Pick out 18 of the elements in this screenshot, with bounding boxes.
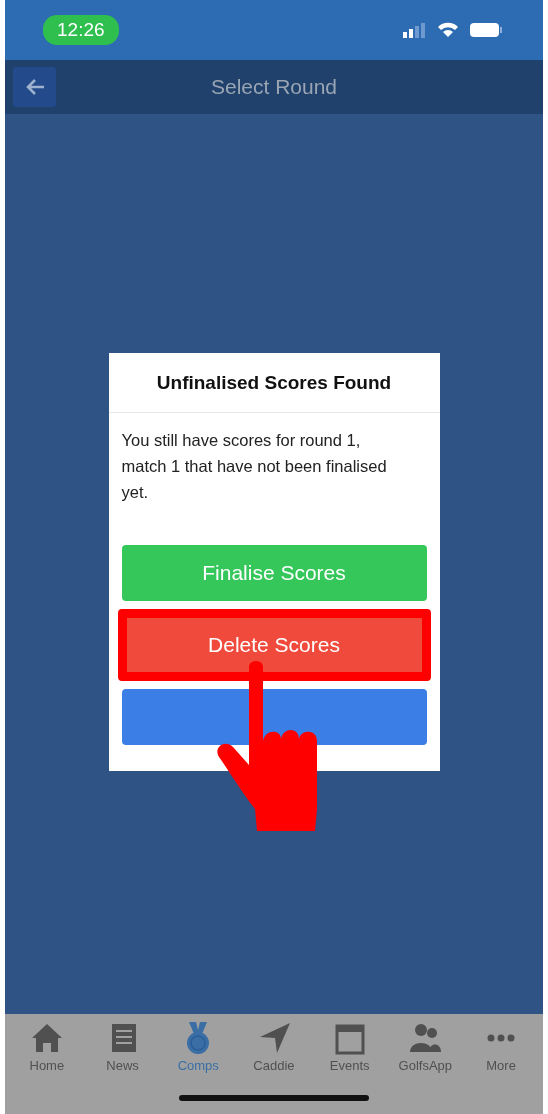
dialog-message: You still have scores for round 1, match 1 that have not been finalised yet. [120,430,388,503]
more-icon [486,1034,517,1042]
signal-icon [403,22,427,38]
tab-bar-item[interactable]: News [87,1020,158,1073]
battery-icon [469,22,503,38]
tab-bar-item[interactable]: More [466,1020,537,1073]
page-title: Select Round [210,75,338,99]
tab-bar-item[interactable]: Comps [163,1020,234,1073]
wifi-icon [437,22,459,38]
tab-bar-item[interactable]: Caddie [238,1020,309,1073]
finalise-button[interactable]: Finalise Scores [121,545,427,601]
tab-bar-item[interactable]: Events [314,1020,385,1073]
tab-bar-item[interactable]: Home [11,1020,82,1073]
dialog-title: Unfinalised Scores Found [108,353,440,413]
back-arrow-icon [24,78,45,96]
back-button[interactable] [13,67,56,107]
status-time: 12:26 [43,15,119,45]
tab-bar-item[interactable]: GolfsApp [390,1020,461,1073]
